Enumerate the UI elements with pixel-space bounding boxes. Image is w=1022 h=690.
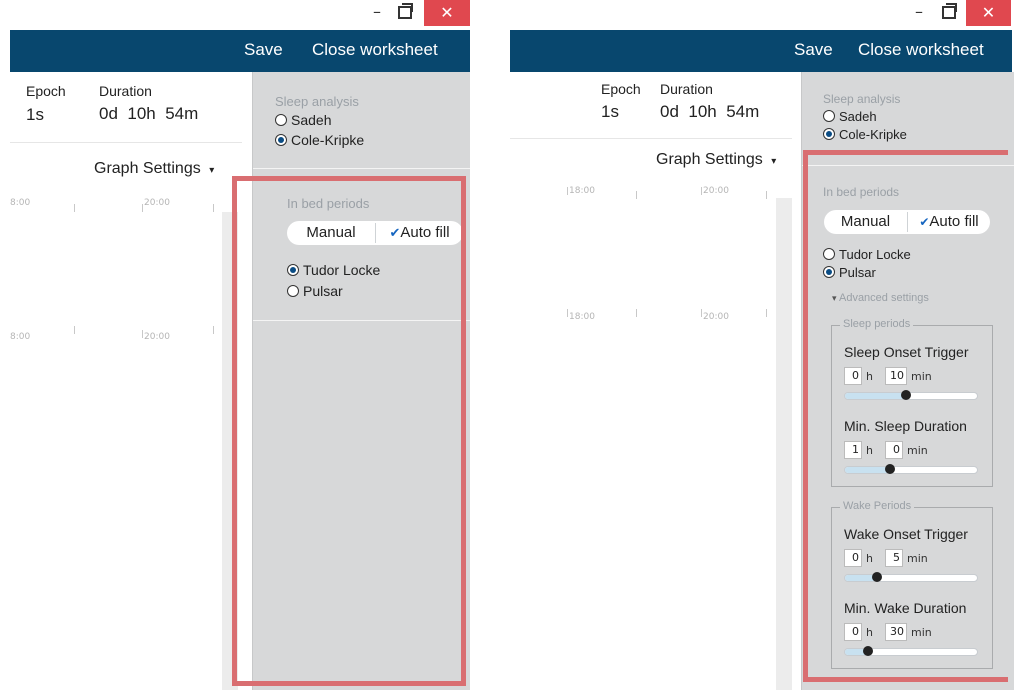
close-worksheet-button[interactable]: Close worksheet [858, 40, 984, 60]
sleep-analysis-label: Sleep analysis [275, 94, 359, 109]
maximize-icon[interactable] [942, 3, 957, 19]
save-button[interactable]: Save [794, 40, 833, 60]
graph-settings-label: Graph Settings [656, 151, 763, 168]
epoch-value: 1s [601, 102, 619, 121]
sleep-analysis-label: Sleep analysis [823, 92, 901, 106]
axis-tick-label: 20:00 [144, 198, 170, 208]
window-titlebar: – ✕ [510, 0, 1022, 30]
axis-tick [567, 309, 568, 317]
right-screenshot-pane: – ✕ Save Close worksheet Epoch 1s Durati… [510, 0, 1022, 690]
summary-divider [510, 138, 792, 139]
graph-settings-button[interactable]: Graph Settings ▾ [656, 151, 776, 169]
axis-tick-label: 8:00 [10, 332, 31, 342]
highlight-box [803, 150, 1008, 682]
chevron-down-icon: ▾ [771, 156, 777, 167]
radio-sadeh[interactable]: Sadeh [275, 112, 331, 128]
axis-tick [142, 204, 143, 212]
epoch-label: Epoch [26, 83, 66, 99]
axis-tick [567, 187, 568, 195]
axis-tick [766, 309, 767, 317]
axis-tick [213, 326, 214, 334]
axis-tick [636, 191, 637, 199]
radio-icon [275, 114, 287, 126]
graph-settings-button[interactable]: Graph Settings ▾ [94, 160, 214, 178]
axis-tick [701, 187, 702, 195]
window-titlebar: – ✕ [10, 0, 470, 30]
radio-label: Cole-Kripke [839, 127, 907, 142]
duration-label: Duration [660, 81, 713, 97]
chevron-down-icon: ▾ [209, 165, 215, 176]
axis-tick-label: 20:00 [703, 312, 729, 322]
axis-tick [74, 326, 75, 334]
axis-tick [766, 191, 767, 199]
epoch-value: 1s [26, 105, 44, 124]
duration-label: Duration [99, 83, 152, 99]
graph-settings-label: Graph Settings [94, 160, 201, 177]
duration-days: 0d [99, 104, 118, 123]
axis-tick-label: 8:00 [10, 198, 31, 208]
radio-label: Sadeh [291, 112, 332, 128]
axis-tick [142, 330, 143, 338]
close-worksheet-button[interactable]: Close worksheet [312, 40, 438, 60]
minimize-icon[interactable]: – [915, 2, 923, 21]
axis-tick-label: 18:00 [569, 312, 595, 322]
left-screenshot-pane: – ✕ Save Close worksheet Epoch 1s Durati… [10, 0, 470, 690]
radio-selected-icon [823, 128, 835, 140]
duration-minutes: 54m [165, 104, 199, 123]
duration-hours: 10h [688, 102, 717, 121]
summary-divider [10, 142, 242, 143]
axis-tick-label: 20:00 [703, 186, 729, 196]
duration-minutes: 54m [726, 102, 760, 121]
sidebar-divider [253, 168, 470, 169]
radio-cole-kripke[interactable]: Cole-Kripke [823, 127, 907, 142]
axis-tick [636, 309, 637, 317]
axis-tick [213, 204, 214, 212]
app-toolbar: Save Close worksheet [510, 30, 1012, 72]
app-toolbar: Save Close worksheet [10, 30, 470, 72]
duration-hours: 10h [127, 104, 156, 123]
close-window-button[interactable]: ✕ [966, 0, 1011, 26]
radio-cole-kripke[interactable]: Cole-Kripke [275, 132, 364, 148]
radio-label: Sadeh [839, 109, 877, 124]
duration-value: 0d 10h 54m [99, 104, 198, 124]
duration-value: 0d 10h 54m [660, 102, 759, 122]
axis-tick [701, 309, 702, 317]
graph-scrollbar[interactable] [776, 198, 792, 690]
highlight-box [232, 176, 466, 686]
duration-days: 0d [660, 102, 679, 121]
minimize-icon[interactable]: – [373, 2, 381, 21]
maximize-icon[interactable] [398, 3, 413, 19]
axis-tick [74, 204, 75, 212]
radio-icon [823, 110, 835, 122]
radio-label: Cole-Kripke [291, 132, 365, 148]
radio-sadeh[interactable]: Sadeh [823, 109, 877, 124]
radio-selected-icon [275, 134, 287, 146]
epoch-label: Epoch [601, 81, 641, 97]
close-window-button[interactable]: ✕ [424, 0, 470, 26]
save-button[interactable]: Save [244, 40, 283, 60]
axis-tick-label: 18:00 [569, 186, 595, 196]
axis-tick-label: 20:00 [144, 332, 170, 342]
